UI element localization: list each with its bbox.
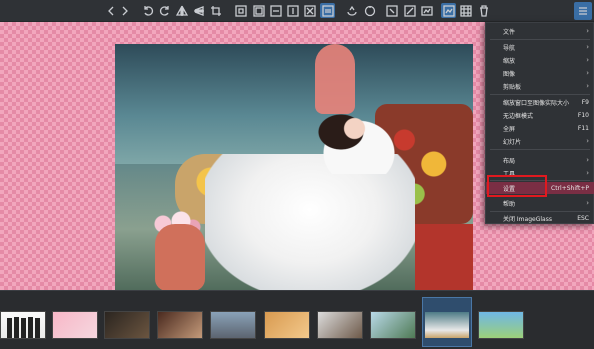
thumbnail[interactable] [317,311,363,339]
rotate-right-icon[interactable] [157,3,172,18]
menu-item-frameless[interactable]: 无边框模式 F10 [486,109,594,121]
grid-icon[interactable] [458,3,473,18]
thumbnail[interactable] [210,311,256,339]
menu-item-zoom[interactable]: 缩放 › [486,54,594,66]
menu-item-image[interactable]: 图像 › [486,67,594,79]
thumbnail-bar-icon[interactable] [419,3,434,18]
next-image-icon[interactable] [117,3,132,18]
imageglass-window: 文件 › 导航 › 缩放 › 图像 › 剪贴板 › 缩放窗口至图像实际大小 F9 无边框模式… [0,0,594,349]
thumbnail[interactable] [264,311,310,339]
scale-to-fit-icon[interactable] [302,3,317,18]
checkerboard-icon[interactable] [441,3,456,18]
thumbnail[interactable] [478,311,524,339]
fullscreen-icon[interactable] [362,3,377,18]
thumbnail[interactable] [157,311,203,339]
rotate-left-icon[interactable] [140,3,155,18]
menu-item-help[interactable]: 帮助 › [486,197,594,209]
menu-item-window-fit[interactable]: 缩放窗口至图像实际大小 F9 [486,96,594,108]
settings-callout-box [487,175,547,197]
menu-item-layout[interactable]: 布局 › [486,154,594,166]
menu-item-file[interactable]: 文件 › [486,25,594,37]
flip-vertical-icon[interactable] [191,3,206,18]
main-menu-icon[interactable] [574,2,592,20]
thumbnail[interactable] [104,311,150,339]
toolbar [0,0,594,22]
scale-to-width-icon[interactable] [268,3,283,18]
flip-horizontal-icon[interactable] [174,3,189,18]
actual-size-icon[interactable] [233,3,248,18]
thumbnail-bar [0,290,594,349]
thumbnail[interactable] [370,311,416,339]
menu-item-navigation[interactable]: 导航 › [486,41,594,53]
menu-item-slideshow[interactable]: 幻灯片 › [486,135,594,147]
thumbnail[interactable] [52,311,98,339]
menu-item-fullscreen[interactable]: 全屏 F11 [486,122,594,134]
thumbnail-selected[interactable] [422,297,472,347]
thumbnail[interactable] [0,311,46,339]
refresh-icon[interactable] [344,3,359,18]
menu-item-clipboard[interactable]: 剪贴板 › [486,80,594,92]
crop-icon[interactable] [208,3,223,18]
menu-item-exit[interactable]: 关闭 ImageGlass ESC [486,212,594,224]
previous-image-icon[interactable] [103,3,118,18]
open-with-icon[interactable] [402,3,417,18]
auto-zoom-icon[interactable] [251,3,266,18]
slideshow-icon[interactable] [384,3,399,18]
displayed-photo [115,44,473,291]
lock-zoom-icon[interactable] [320,3,335,18]
delete-icon[interactable] [476,3,491,18]
scale-to-height-icon[interactable] [285,3,300,18]
